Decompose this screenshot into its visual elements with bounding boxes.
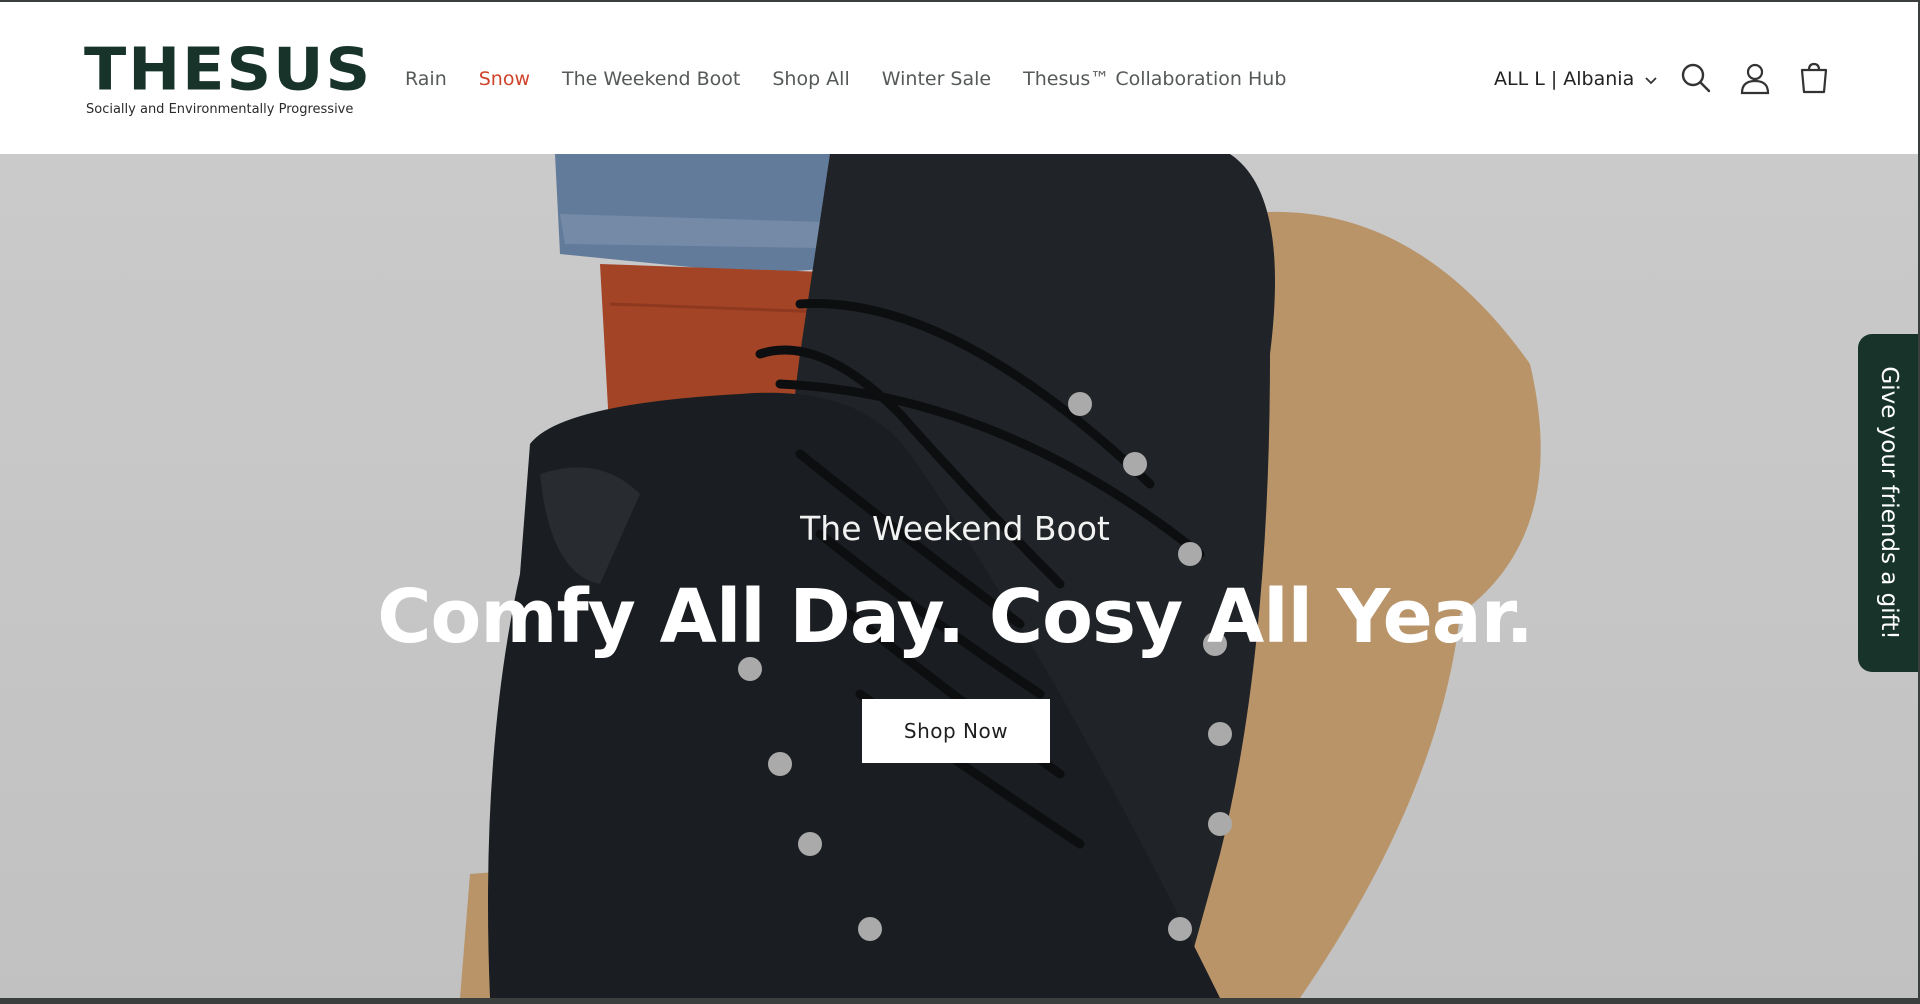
nav-item-shop-all[interactable]: Shop All (772, 64, 849, 94)
site-header: THESUS Socially and Environmentally Prog… (0, 0, 1918, 154)
nav-item-rain[interactable]: Rain (405, 64, 447, 94)
nav-item-snow[interactable]: Snow (479, 64, 530, 94)
hero-banner: The Weekend Boot Comfy All Day. Cosy All… (0, 154, 1918, 998)
hero-subtitle: The Weekend Boot (800, 509, 1110, 548)
shop-now-button[interactable]: Shop Now (862, 699, 1050, 763)
nav-item-winter-sale[interactable]: Winter Sale (882, 64, 991, 94)
main-nav: Rain Snow The Weekend Boot Shop All Wint… (405, 64, 1318, 94)
nav-item-weekend-boot[interactable]: The Weekend Boot (562, 64, 740, 94)
hero-title: Comfy All Day. Cosy All Year. (377, 574, 1534, 660)
window-bottom-edge (0, 998, 1920, 1004)
nav-item-collaboration-hub[interactable]: Thesus™ Collaboration Hub (1023, 64, 1286, 94)
brand-wordmark: THESUS (84, 34, 373, 104)
page: THESUS Socially and Environmentally Prog… (0, 0, 1918, 998)
gift-tab[interactable]: Give your friends a gift! (1858, 334, 1918, 672)
brand-tagline: Socially and Environmentally Progressive (86, 102, 354, 117)
gift-tab-label: Give your friends a gift! (1876, 366, 1902, 640)
chevron-down-icon (1644, 65, 1658, 95)
search-icon[interactable] (1678, 60, 1714, 96)
cart-icon[interactable] (1796, 60, 1832, 96)
account-icon[interactable] (1737, 60, 1773, 96)
brand-logo[interactable]: THESUS Socially and Environmentally Prog… (84, 40, 370, 120)
locale-selector[interactable]: ALL L | Albania (1494, 64, 1658, 95)
locale-label: ALL L | Albania (1494, 68, 1635, 90)
